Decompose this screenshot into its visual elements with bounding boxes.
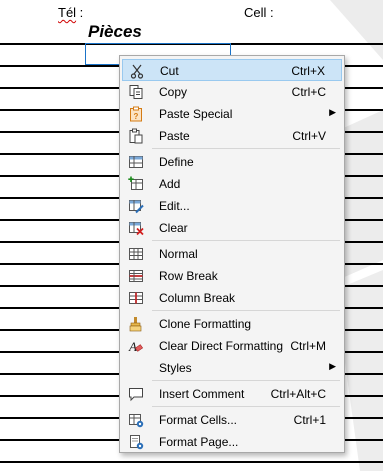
menu-item-paste[interactable]: Paste Ctrl+V [122, 125, 342, 147]
menu-item-label: Styles [159, 361, 192, 375]
clone-formatting-icon [129, 317, 142, 332]
context-menu: Cut Ctrl+X Copy Ctrl+C ? Paste Special ▶… [119, 55, 345, 453]
menu-item-label: Insert Comment [159, 387, 245, 401]
menu-item-add[interactable]: Add [122, 173, 342, 195]
menu-item-label: Clear [159, 221, 188, 235]
menu-item-edit[interactable]: Edit... [122, 195, 342, 217]
menu-item-label: Paste [159, 129, 190, 143]
menu-item-label: Copy [159, 85, 188, 99]
svg-text:A: A [128, 339, 137, 354]
menu-separator [152, 380, 340, 381]
row-break-icon [129, 270, 143, 282]
menu-item-row-break[interactable]: Row Break [122, 265, 342, 287]
menu-item-clear[interactable]: Clear [122, 217, 342, 239]
menu-separator [152, 148, 340, 149]
cell-label: Cell : [244, 5, 274, 20]
paste-icon [129, 128, 143, 144]
menu-item-format-page[interactable]: Format Page... [122, 431, 342, 453]
paste-special-icon: ? [130, 106, 142, 122]
submenu-arrow-icon: ▶ [329, 361, 336, 371]
format-cells-icon [129, 414, 144, 428]
menu-item-define[interactable]: Define [122, 151, 342, 173]
clear-direct-formatting-icon: A [128, 339, 144, 354]
column-break-icon [129, 292, 143, 304]
menu-item-label: Clear Direct Formatting [159, 339, 284, 353]
menu-item-shortcut: Ctrl+C [291, 85, 326, 99]
menu-item-clear-direct-formatting[interactable]: A Clear Direct Formatting Ctrl+M [122, 335, 342, 357]
menu-item-label: Row Break [159, 269, 218, 283]
menu-item-label: Normal [159, 247, 198, 261]
menu-item-label: Clone Formatting [159, 317, 252, 331]
menu-item-label: Column Break [159, 291, 236, 305]
menu-item-label: Define [159, 155, 194, 169]
copy-icon [129, 85, 143, 99]
menu-separator [152, 406, 340, 407]
format-page-icon [130, 435, 144, 450]
normal-view-icon [129, 248, 143, 260]
menu-separator [152, 240, 340, 241]
submenu-arrow-icon: ▶ [329, 107, 336, 117]
menu-item-shortcut: Ctrl+V [292, 129, 326, 143]
menu-item-copy[interactable]: Copy Ctrl+C [122, 81, 342, 103]
menu-item-shortcut: Ctrl+Alt+C [270, 387, 326, 401]
define-icon [129, 156, 143, 168]
menu-item-insert-comment[interactable]: Insert Comment Ctrl+Alt+C [122, 383, 342, 405]
menu-item-shortcut: Ctrl+1 [293, 413, 326, 427]
menu-item-label: Paste Special [159, 107, 233, 121]
menu-item-label: Format Cells... [159, 413, 238, 427]
menu-item-shortcut: Ctrl+X [291, 64, 325, 78]
clear-icon [129, 222, 144, 236]
menu-item-label: Edit... [159, 199, 190, 213]
menu-item-shortcut: Ctrl+M [290, 339, 326, 353]
pieces-heading: Pièces [88, 22, 142, 41]
svg-text:?: ? [134, 112, 139, 121]
menu-item-paste-special[interactable]: ? Paste Special ▶ [122, 103, 342, 125]
menu-item-clone-formatting[interactable]: Clone Formatting [122, 313, 342, 335]
menu-item-normal[interactable]: Normal [122, 243, 342, 265]
menu-item-label: Add [159, 177, 181, 191]
menu-item-cut[interactable]: Cut Ctrl+X [122, 59, 342, 81]
ruled-line [0, 461, 383, 463]
menu-item-label: Format Page... [159, 435, 239, 449]
menu-separator [152, 310, 340, 311]
insert-comment-icon [129, 388, 143, 402]
tel-label: Tél : [58, 5, 84, 20]
add-icon [128, 176, 143, 190]
menu-item-styles[interactable]: Styles ▶ [122, 357, 342, 379]
menu-item-format-cells[interactable]: Format Cells... Ctrl+1 [122, 409, 342, 431]
menu-item-label: Cut [160, 64, 179, 78]
edit-icon [129, 200, 144, 214]
menu-item-column-break[interactable]: Column Break [122, 287, 342, 309]
scissors-icon [130, 64, 144, 79]
